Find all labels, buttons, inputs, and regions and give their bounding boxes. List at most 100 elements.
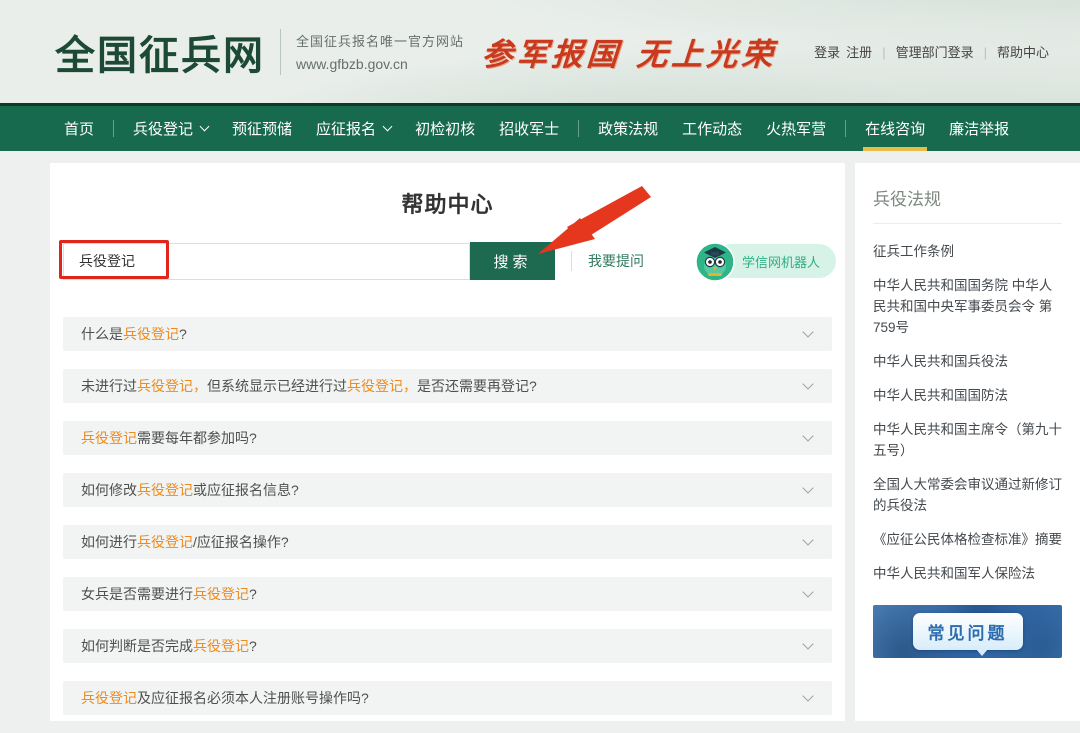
faq-question-segment: 但系统显示已经进行过 (207, 378, 347, 394)
common-questions-banner[interactable]: 常见问题 (873, 605, 1062, 658)
faq-question: 什么是兵役登记? (81, 324, 187, 344)
header-links-separator: | (984, 45, 987, 60)
header-link[interactable]: 登录 (814, 45, 840, 60)
nav-item[interactable]: 招收军士 (487, 106, 571, 151)
sidebar-link[interactable]: 全国人大常委会审议通过新修订的兵役法 (873, 474, 1062, 516)
nav-item-label: 政策法规 (598, 118, 658, 139)
search-row: 搜索 我要提问 学信网机器人 (63, 242, 836, 280)
nav-item-label: 廉洁举报 (949, 118, 1009, 139)
nav-item[interactable]: 首页 (52, 106, 106, 151)
banner-bubble-label: 常见问题 (913, 613, 1023, 650)
faq-item[interactable]: 兵役登记及应征报名必须本人注册账号操作吗? (63, 681, 832, 715)
owl-mascot-icon (695, 242, 735, 282)
header-link[interactable]: 管理部门登录 (896, 45, 974, 60)
nav-item[interactable]: 火热军营 (754, 106, 838, 151)
faq-question: 如何进行兵役登记/应征报名操作? (81, 532, 289, 552)
nav-divider (845, 120, 846, 137)
sidebar-links: 征兵工作条例中华人民共和国国务院 中华人民共和国中央军事委员会令 第759号中华… (873, 241, 1062, 584)
faq-item[interactable]: 兵役登记需要每年都参加吗? (63, 421, 832, 455)
search-ask-divider (571, 251, 572, 271)
nav-item-label: 火热军营 (766, 118, 826, 139)
faq-question-segment: 兵役登记 (137, 482, 193, 498)
sidebar-link[interactable]: 征兵工作条例 (873, 241, 1062, 262)
site-url: www.gfbzb.gov.cn (296, 56, 464, 72)
faq-item[interactable]: 如何修改兵役登记或应征报名信息? (63, 473, 832, 507)
nav-item[interactable]: 初检初核 (403, 106, 487, 151)
site-header: 全国征兵网 全国征兵报名唯一官方网站 www.gfbzb.gov.cn 参军报国… (0, 0, 1080, 103)
faq-question-segment: 兵役登记， (137, 378, 207, 394)
chatbot-entry[interactable]: 学信网机器人 (695, 244, 836, 278)
faq-item[interactable]: 女兵是否需要进行兵役登记? (63, 577, 832, 611)
chevron-down-icon[interactable] (802, 326, 813, 337)
faq-question: 女兵是否需要进行兵役登记? (81, 584, 257, 604)
faq-list: 什么是兵役登记?未进行过兵役登记，但系统显示已经进行过兵役登记，是否还需要再登记… (63, 317, 832, 733)
nav-item[interactable]: 工作动态 (670, 106, 754, 151)
nav-item[interactable]: 应征报名 (304, 106, 403, 151)
faq-question-segment: ? (249, 586, 257, 602)
chevron-down-icon[interactable] (802, 430, 813, 441)
faq-item[interactable]: 如何进行兵役登记/应征报名操作? (63, 525, 832, 559)
chevron-down-icon[interactable] (802, 534, 813, 545)
faq-question-segment: 及应征报名必须本人注册账号操作吗? (137, 690, 369, 706)
nav-item[interactable]: 兵役登记 (121, 106, 220, 151)
faq-question-segment: 或应征报名信息? (193, 482, 299, 498)
ask-question-link[interactable]: 我要提问 (588, 251, 644, 271)
chevron-down-icon[interactable] (802, 586, 813, 597)
nav-item-label: 招收军士 (499, 118, 559, 139)
logo-divider (280, 29, 281, 75)
faq-question: 如何修改兵役登记或应征报名信息? (81, 480, 299, 500)
search-input[interactable] (63, 243, 470, 280)
site-logo[interactable]: 全国征兵网 (55, 23, 265, 81)
faq-question-segment: 兵役登记 (123, 326, 179, 342)
faq-question: 兵役登记及应征报名必须本人注册账号操作吗? (81, 688, 369, 708)
nav-item-label: 工作动态 (682, 118, 742, 139)
faq-question-segment: 兵役登记 (137, 534, 193, 550)
faq-question-segment: 什么是 (81, 326, 123, 342)
search-button[interactable]: 搜索 (470, 242, 555, 280)
tagline-text: 全国征兵报名唯一官方网站 (296, 31, 464, 50)
faq-question-segment: /应征报名操作? (193, 534, 289, 550)
sidebar-link[interactable]: 中华人民共和国国防法 (873, 385, 1062, 406)
main-nav: 首页 兵役登记 预征预储 应征报名 初检初核招收军士 政策法规 工作动态 火热军营 在线咨询 廉洁… (0, 103, 1080, 151)
chevron-down-icon[interactable] (802, 638, 813, 649)
chevron-down-icon[interactable] (802, 482, 813, 493)
sidebar-link[interactable]: 中华人民共和国军人保险法 (873, 563, 1062, 584)
nav-item-label: 兵役登记 (133, 118, 193, 139)
faq-question-segment: 兵役登记， (347, 378, 417, 394)
nav-item-label: 预征预储 (232, 118, 292, 139)
faq-question-segment: 是否还需要再登记? (417, 378, 537, 394)
nav-item-label: 在线咨询 (865, 118, 925, 139)
faq-item[interactable]: 什么是兵役登记? (63, 317, 832, 351)
nav-item-label: 应征报名 (316, 118, 376, 139)
header-links-separator: | (882, 45, 885, 60)
nav-item[interactable]: 政策法规 (586, 106, 670, 151)
faq-question-segment: 需要每年都参加吗? (137, 430, 257, 446)
chevron-down-icon[interactable] (802, 378, 813, 389)
chevron-down-icon[interactable] (802, 690, 813, 701)
faq-question-segment: 女兵是否需要进行 (81, 586, 193, 602)
faq-question-segment: 兵役登记 (193, 586, 249, 602)
faq-question: 如何判断是否完成兵役登记? (81, 636, 257, 656)
faq-question-segment: 兵役登记 (81, 690, 137, 706)
nav-item[interactable]: 预征预储 (220, 106, 304, 151)
faq-question-segment: ? (179, 326, 187, 342)
header-link[interactable]: 帮助中心 (997, 45, 1049, 60)
faq-question-segment: 兵役登记 (193, 638, 249, 654)
sidebar-link[interactable]: 中华人民共和国国务院 中华人民共和国中央军事委员会令 第759号 (873, 275, 1062, 338)
nav-item-label: 首页 (64, 118, 94, 139)
header-link[interactable]: 注册 (846, 45, 872, 60)
chevron-down-icon (200, 122, 210, 132)
nav-item[interactable]: 廉洁举报 (937, 106, 1021, 151)
sidebar-link[interactable]: 中华人民共和国主席令（第九十五号） (873, 419, 1062, 461)
faq-item[interactable]: 如何判断是否完成兵役登记? (63, 629, 832, 663)
sidebar-link[interactable]: 《应征公民体格检查标准》摘要 (873, 529, 1062, 550)
nav-divider (113, 120, 114, 137)
page-title: 帮助中心 (50, 187, 845, 219)
nav-divider (578, 120, 579, 137)
header-links: 登录注册 | 管理部门登录 | 帮助中心 (811, 42, 1052, 61)
faq-item[interactable]: 未进行过兵役登记，但系统显示已经进行过兵役登记，是否还需要再登记? (63, 369, 832, 403)
faq-question: 兵役登记需要每年都参加吗? (81, 428, 257, 448)
nav-item[interactable]: 在线咨询 (853, 106, 937, 151)
sidebar-link[interactable]: 中华人民共和国兵役法 (873, 351, 1062, 372)
faq-question: 未进行过兵役登记，但系统显示已经进行过兵役登记，是否还需要再登记? (81, 376, 537, 396)
